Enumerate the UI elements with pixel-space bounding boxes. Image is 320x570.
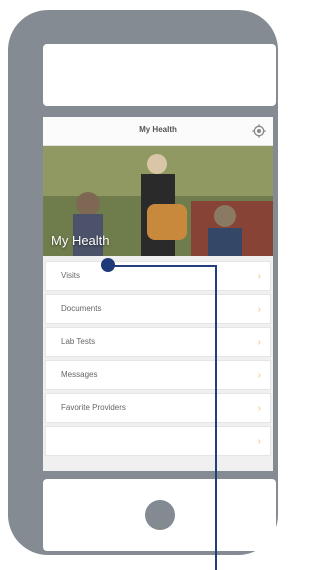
hero-banner: My Health xyxy=(43,146,273,256)
menu-item-label: Documents xyxy=(61,304,102,313)
app-title: My Health xyxy=(139,125,177,134)
menu-item-favorite-providers[interactable]: Favorite Providers › xyxy=(45,393,271,423)
chevron-right-icon: › xyxy=(257,370,261,381)
gear-icon[interactable] xyxy=(251,123,267,139)
callout-line xyxy=(215,265,217,570)
menu-item-label: Lab Tests xyxy=(61,337,96,346)
top-bezel xyxy=(43,44,276,106)
app-header: My Health xyxy=(43,117,273,146)
phone-frame: My Health My Health Visits › Documents ›… xyxy=(8,10,278,555)
menu-item-label: Messages xyxy=(61,370,98,379)
menu-item-messages[interactable]: Messages › xyxy=(45,360,271,390)
chevron-right-icon: › xyxy=(257,436,261,447)
chevron-right-icon: › xyxy=(257,304,261,315)
phone-screen: My Health My Health Visits › Documents ›… xyxy=(43,117,273,471)
chevron-right-icon: › xyxy=(257,337,261,348)
home-button[interactable] xyxy=(145,500,175,530)
menu-item-partial[interactable]: › xyxy=(45,426,271,456)
chevron-right-icon: › xyxy=(257,403,261,414)
menu-item-lab-tests[interactable]: Lab Tests › xyxy=(45,327,271,357)
menu-item-documents[interactable]: Documents › xyxy=(45,294,271,324)
callout-dot xyxy=(101,258,115,272)
menu-list: Visits › Documents › Lab Tests › Message… xyxy=(43,258,273,458)
hero-title: My Health xyxy=(51,233,110,248)
chevron-right-icon: › xyxy=(257,271,261,282)
menu-item-label: Favorite Providers xyxy=(61,403,126,412)
menu-item-label: Visits xyxy=(61,271,80,280)
callout-line xyxy=(109,265,217,267)
